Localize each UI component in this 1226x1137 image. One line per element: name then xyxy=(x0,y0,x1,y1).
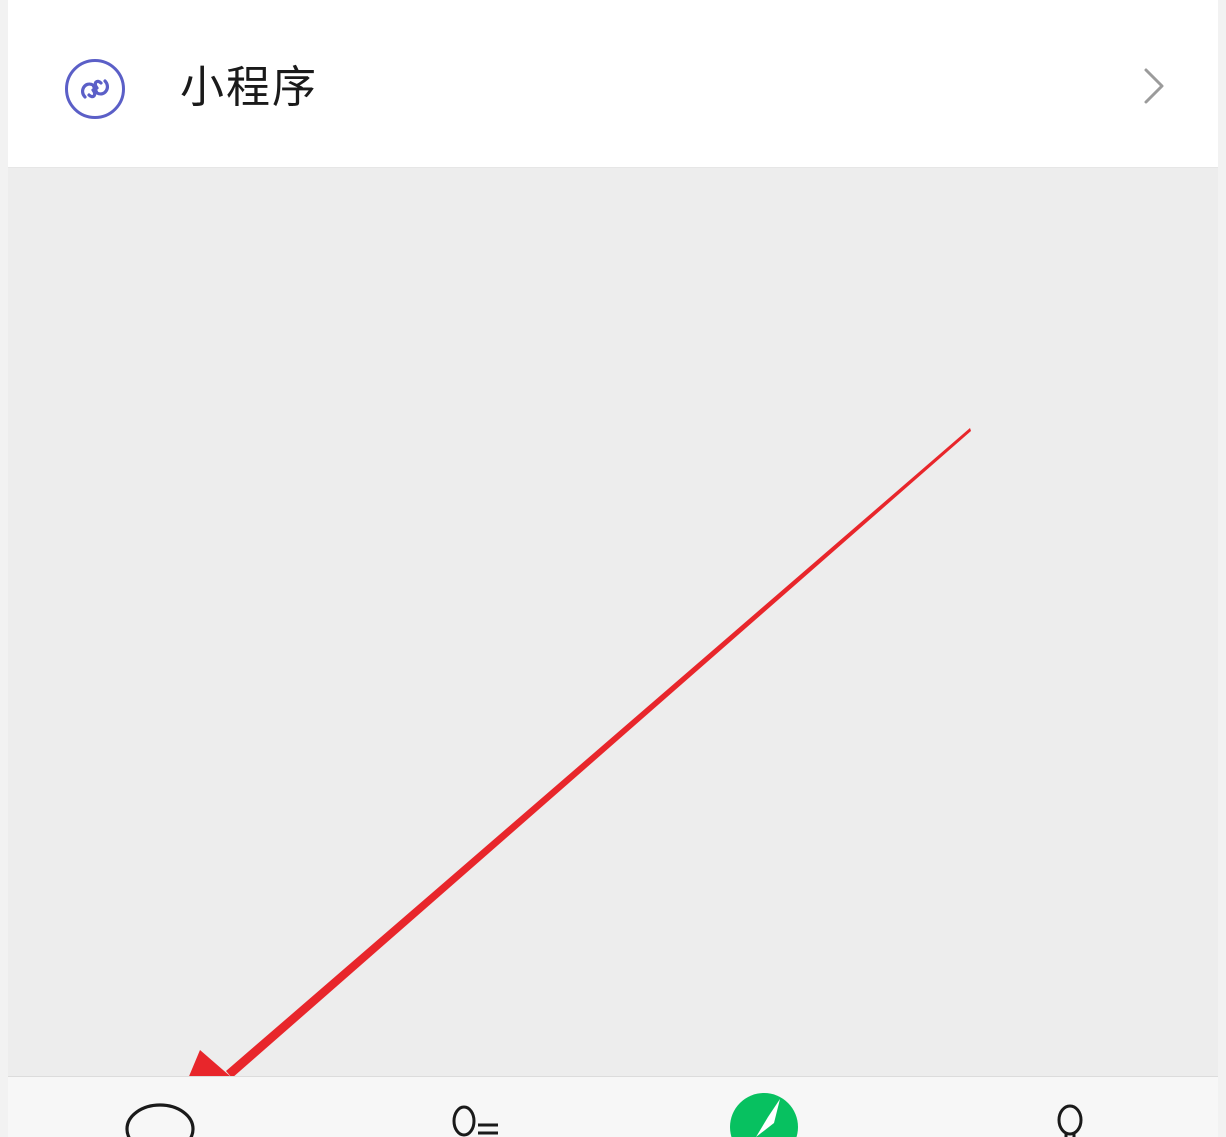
right-edge xyxy=(1218,0,1226,1137)
tab-me[interactable] xyxy=(1010,1077,1130,1137)
mini-programs-label: 小程序 xyxy=(180,62,318,113)
wechat-discover-page: 小程序 xyxy=(0,0,1226,1137)
tab-discover[interactable] xyxy=(704,1077,824,1137)
empty-content-area xyxy=(8,168,1218,1076)
mini-program-icon xyxy=(63,57,127,121)
tab-contacts[interactable] xyxy=(420,1077,540,1137)
left-edge xyxy=(0,0,8,1137)
mini-programs-row[interactable]: 小程序 xyxy=(8,0,1218,168)
chevron-right-icon xyxy=(1140,66,1168,106)
tab-chats[interactable] xyxy=(100,1077,220,1137)
bottom-tab-bar xyxy=(8,1076,1218,1137)
